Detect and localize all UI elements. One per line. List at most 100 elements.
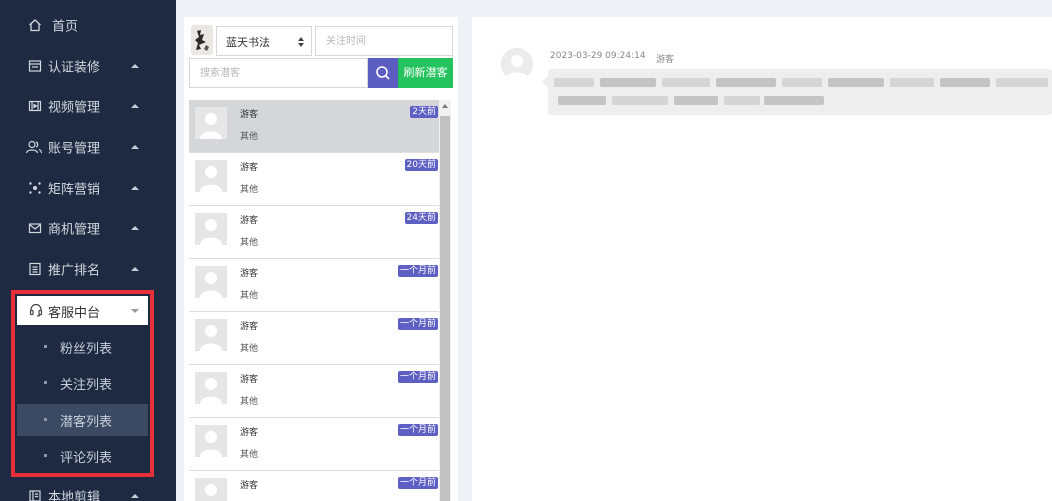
sidebar-group-label: 客服中台 [48,306,101,321]
sidebar-item-accounts[interactable]: 账号管理 [0,127,176,167]
time-badge: 一个月前 [397,318,438,330]
redacted-text [558,96,606,105]
list-item[interactable]: 游客 其他 一个月前 [189,312,439,365]
visitor-name: 游客 [240,481,259,491]
visitor-tag: 其他 [240,344,259,354]
chevron-up-icon [131,186,139,190]
mail-icon [28,221,42,235]
list-item[interactable]: 游客 其他 一个月前 [189,418,439,471]
account-select[interactable]: 蓝天书法 [216,26,312,56]
sidebar: 首页 认证装修 视频管理 账号管理 矩阵营销 商机管理 推广排名 客服中台 粉丝… [0,0,176,501]
search-input[interactable] [189,58,368,88]
chevron-down-icon [131,309,139,313]
clipboard-icon [28,262,42,276]
sidebar-subitem-comments[interactable]: 评论列表 [17,440,148,472]
bullet-icon [44,381,47,384]
sidebar-item-label: 视频管理 [48,100,101,116]
avatar [195,266,227,298]
bullet-icon [44,345,47,348]
time-badge: 2天前 [410,106,438,118]
redacted-text [600,78,656,87]
redacted-text [612,96,668,105]
sidebar-subitem-label: 评论列表 [60,451,113,466]
message-sender: 游客 [656,55,675,65]
redacted-text [890,78,934,87]
video-icon [28,99,42,113]
list-item[interactable]: 游客 其他 2天前 [189,100,439,153]
sidebar-item-label: 首页 [52,19,79,35]
sidebar-item-ranking[interactable]: 推广排名 [0,249,176,289]
redacted-text [764,96,824,105]
visitor-name: 游客 [240,110,259,120]
sort-field[interactable] [315,26,453,56]
list-item[interactable]: 游客 其他 一个月前 [189,259,439,312]
bullet-icon [44,418,47,421]
time-badge: 24天前 [404,212,438,224]
visitor-name: 游客 [240,375,259,385]
time-badge: 一个月前 [397,265,438,277]
list-item[interactable]: 游客 其他 一个月前 [189,471,439,501]
users-icon [25,140,43,154]
visitor-name: 游客 [240,269,259,279]
prospect-list-panel: 蓝天书法 刷新潜客 游客 其他 2天前 游客 其他 20天前 游客 其他 24天… [184,17,458,501]
time-badge: 一个月前 [397,477,438,489]
sidebar-subitem-prospects[interactable]: 潜客列表 [17,404,148,436]
search-icon [376,66,390,80]
chevron-up-icon [131,104,139,108]
clip-icon [28,489,42,501]
redacted-text [716,78,776,87]
sidebar-item-certification[interactable]: 认证装修 [0,46,176,86]
search-button[interactable] [368,58,398,88]
avatar [195,425,227,457]
list-item[interactable]: 游客 其他 24天前 [189,206,439,259]
sidebar-item-label: 矩阵营销 [48,182,101,198]
list-item[interactable]: 游客 其他 一个月前 [189,365,439,418]
visitor-tag: 其他 [240,132,259,142]
sidebar-group-customer-service[interactable]: 客服中台 [17,296,148,325]
scrollbar-thumb[interactable] [440,116,450,501]
chevron-up-icon [131,267,139,271]
time-badge: 一个月前 [397,371,438,383]
avatar [195,213,227,245]
sidebar-item-label: 商机管理 [48,222,101,238]
visitor-name: 游客 [240,428,259,438]
sidebar-subitem-fans[interactable]: 粉丝列表 [17,331,148,363]
time-badge: 20天前 [404,159,438,171]
chevron-up-icon [131,64,139,68]
redacted-text [554,78,594,87]
chevron-up-icon [131,226,139,230]
sidebar-subitem-following[interactable]: 关注列表 [17,367,148,399]
home-icon [28,18,42,32]
sidebar-item-business[interactable]: 商机管理 [0,208,176,248]
visitor-tag: 其他 [240,450,259,460]
message-bubble [548,69,1052,115]
visitor-tag: 其他 [240,238,259,248]
badge-icon [28,59,42,73]
bullet-icon [44,454,47,457]
sidebar-item-label: 账号管理 [48,141,101,157]
sidebar-item-label: 推广排名 [48,263,101,279]
avatar [195,372,227,404]
scroll-up-icon[interactable] [442,104,448,108]
headset-icon [29,303,43,317]
visitor-name: 游客 [240,163,259,173]
sidebar-item-local-clip[interactable]: 本地剪辑 [0,476,176,501]
visitor-tag: 其他 [240,185,259,195]
list-scrollbar[interactable] [439,100,451,501]
chat-panel: 2023-03-29 09:24:14 游客 [472,17,1052,501]
visitor-name: 游客 [240,216,259,226]
sidebar-item-home[interactable]: 首页 [0,5,176,45]
matrix-icon [28,181,42,195]
refresh-prospects-button[interactable]: 刷新潜客 [398,58,453,88]
list-item[interactable]: 游客 其他 20天前 [189,153,439,206]
chevron-up-icon [131,145,139,149]
redacted-text [724,96,760,105]
avatar [195,319,227,351]
sidebar-item-matrix-marketing[interactable]: 矩阵营销 [0,168,176,208]
prospect-list: 游客 其他 2天前 游客 其他 20天前 游客 其他 24天前 游客 其他 一个… [189,100,439,501]
avatar [501,48,533,80]
redacted-text [940,78,990,87]
visitor-name: 游客 [240,322,259,332]
sidebar-item-video[interactable]: 视频管理 [0,86,176,126]
message-timestamp: 2023-03-29 09:24:14 [550,51,646,61]
